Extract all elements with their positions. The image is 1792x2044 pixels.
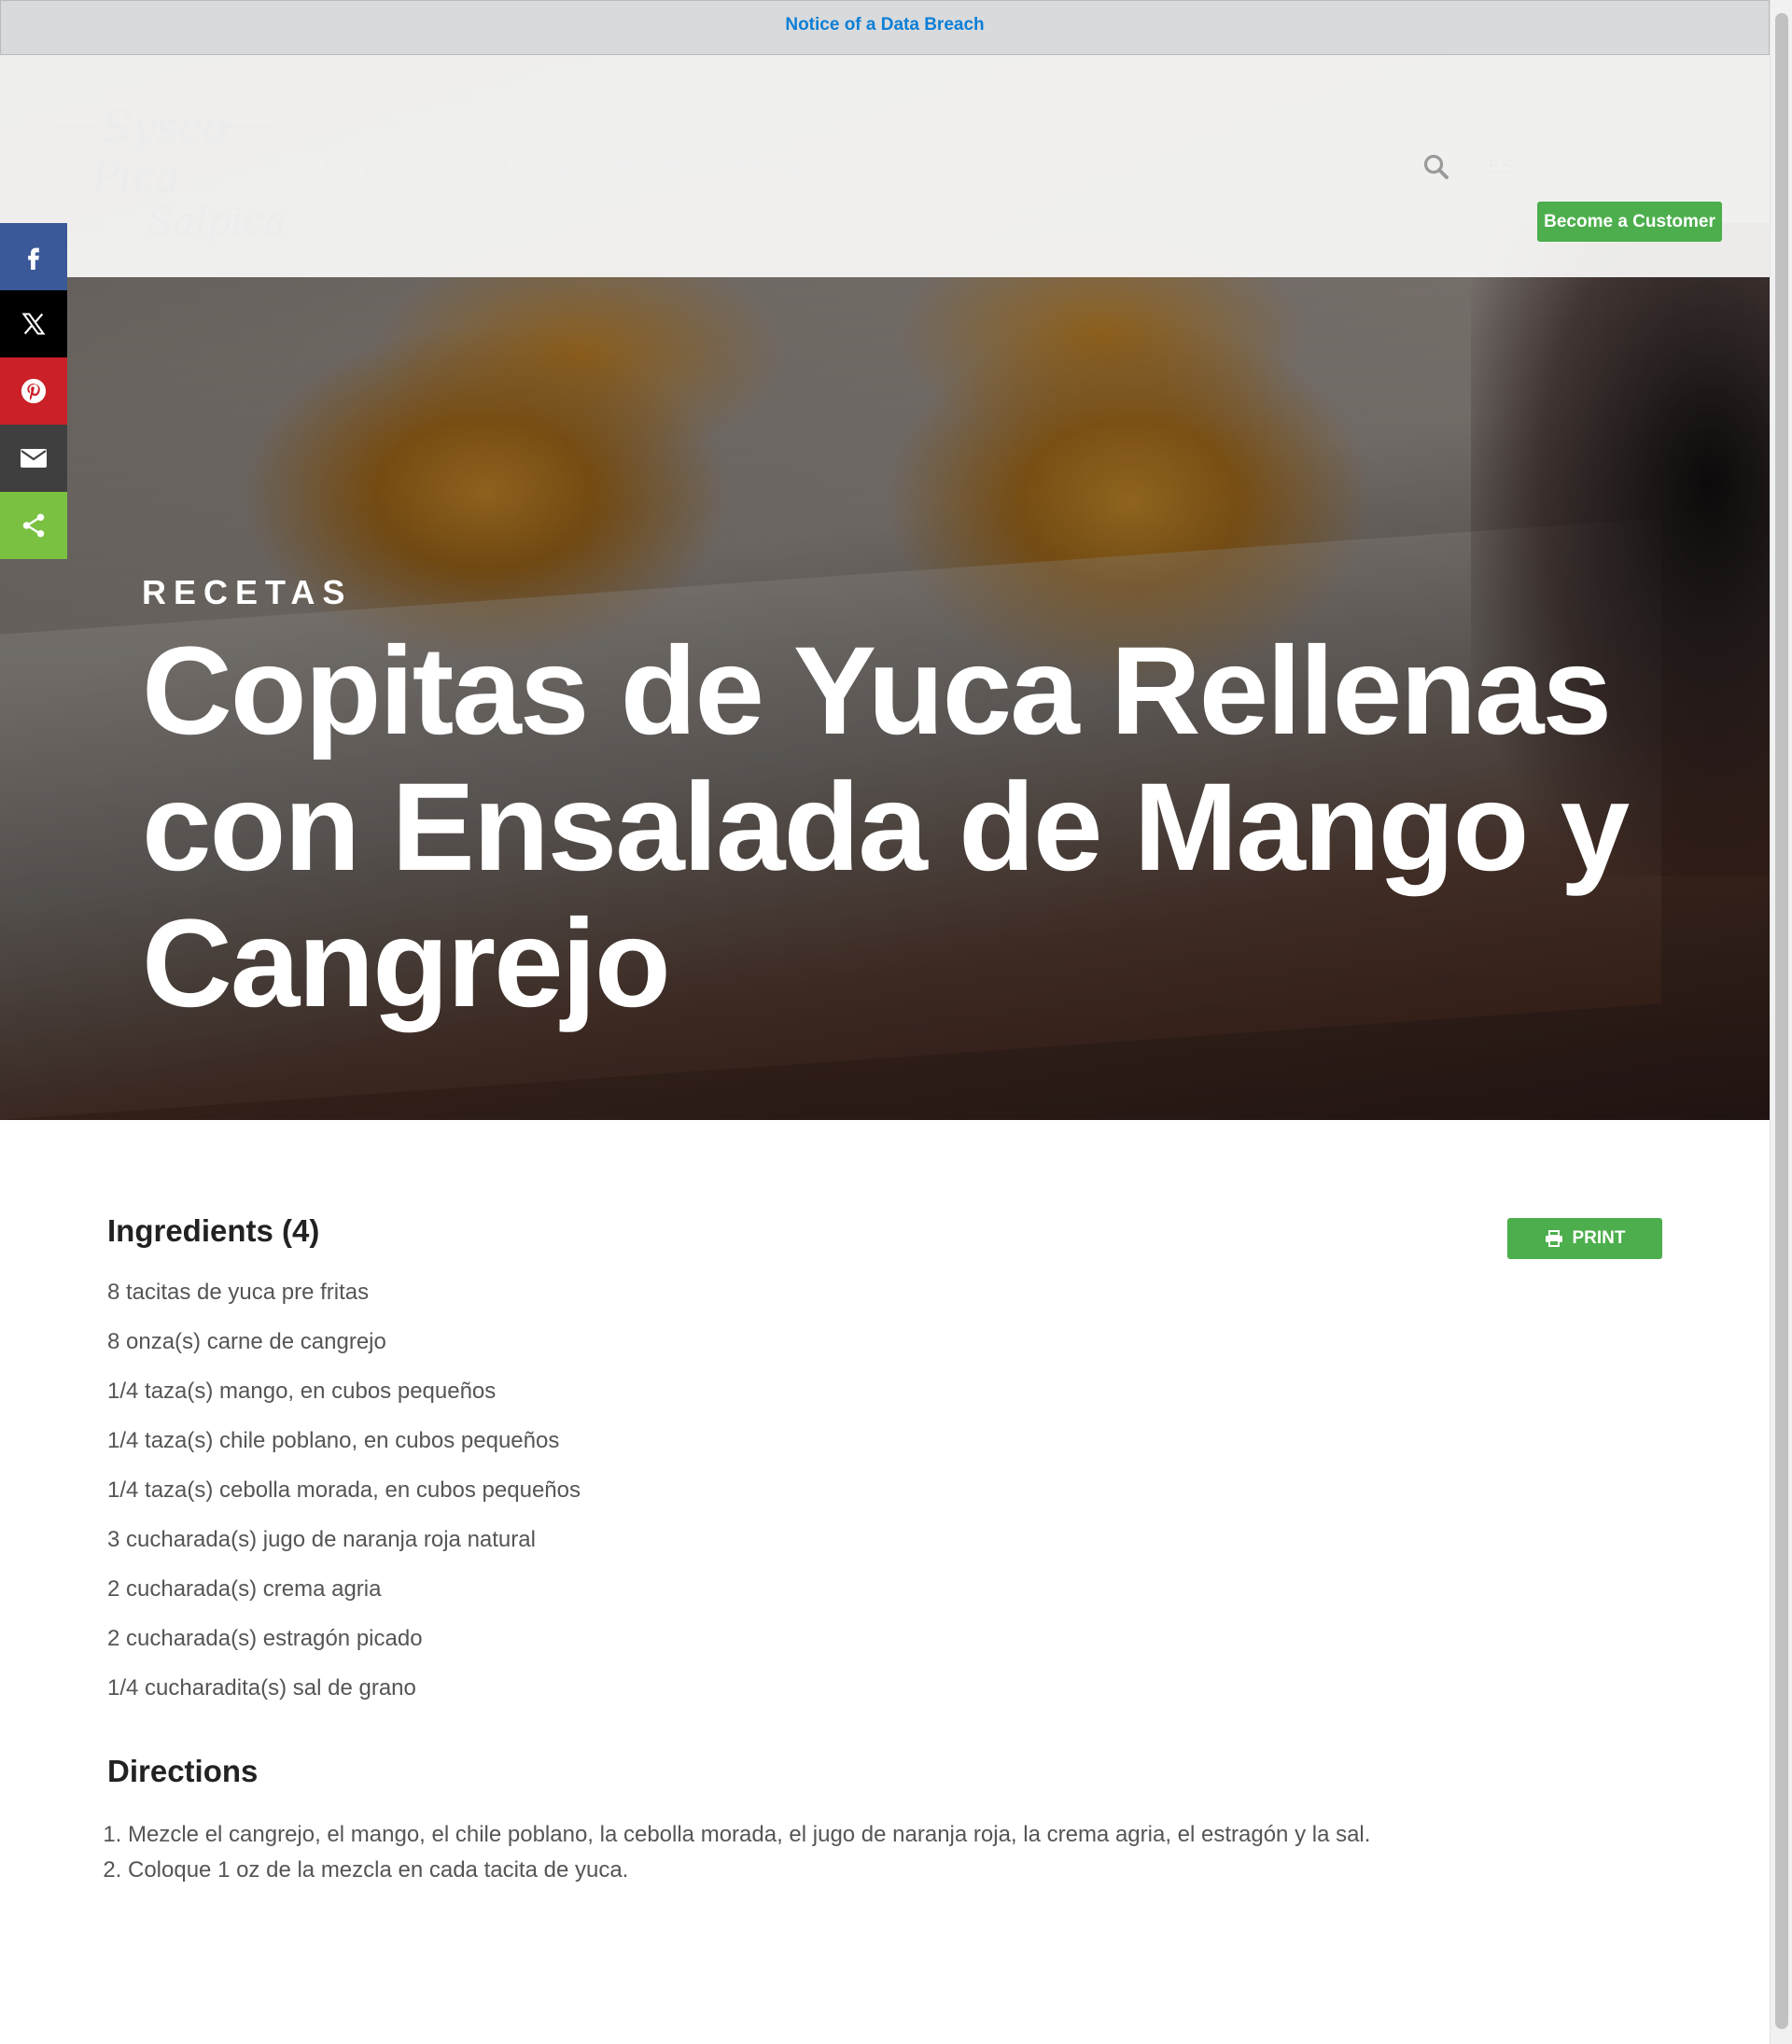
direction-step: Mezcle el cangrejo, el mango, el chile p… [128,1817,1395,1853]
sysco-pica-salpica-logo[interactable]: Sysco Pica Salpica [54,98,287,247]
category-label: RECETAS [142,573,353,611]
nav-productos[interactable]: Productos [614,156,703,178]
directions-heading: Directions [107,1754,259,1788]
scrollbar-thumb[interactable] [1775,13,1788,2029]
main-nav: Tips y Tendencias Recetas Productos Priv… [315,156,802,178]
print-label: PRINT [1572,1228,1626,1248]
ingredient-item: 2 cucharada(s) crema agria [107,1576,382,1602]
facebook-share-button[interactable] [0,223,67,290]
printer-icon [1545,1230,1562,1247]
logo-line-1: Sysco [103,102,229,152]
pinterest-share-button[interactable] [0,357,67,425]
ingredient-item: 1/4 cucharadita(s) sal de grano [107,1675,416,1701]
ingredient-item: 8 tacitas de yuca pre fritas [107,1280,370,1305]
ingredient-item: 1/4 taza(s) chile poblano, en cubos pequ… [107,1428,560,1453]
become-customer-button[interactable]: Become a Customer [1537,202,1722,242]
nav-privacy[interactable]: Privacy [738,156,803,178]
language-switch[interactable]: ES [1488,156,1514,178]
share-icon [22,513,45,538]
site-header: Sysco Pica Salpica Tips y Tendencias Rec… [0,55,1770,277]
recipe-title: Copitas de Yuca Rellenas con Ensalada de… [142,622,1630,1033]
x-icon [21,313,46,335]
search-icon[interactable] [1422,153,1450,181]
ingredient-item: 1/4 taza(s) mango, en cubos pequeños [107,1379,497,1404]
x-share-button[interactable] [0,290,67,357]
page-scrollbar[interactable] [1770,0,1792,2044]
ingredient-item: 2 cucharada(s) estragón picado [107,1626,423,1651]
recipe-content: Ingredients (4) PRINT 8 tacitas de yuca … [107,1213,1666,1888]
ingredient-item: 8 onza(s) carne de cangrejo [107,1329,386,1354]
nav-tips-tendencias[interactable]: Tips y Tendencias [315,156,471,178]
data-breach-link[interactable]: Notice of a Data Breach [785,15,984,35]
notice-bar: Notice of a Data Breach [0,0,1770,55]
ingredient-item: 1/4 taza(s) cebolla morada, en cubos peq… [107,1477,581,1503]
share-bar [0,223,67,559]
direction-step: Coloque 1 oz de la mezcla en cada tacita… [128,1853,1395,1888]
pinterest-icon [21,378,47,404]
ingredient-item: 3 cucharada(s) jugo de naranja roja natu… [107,1527,536,1552]
ingredients-heading: Ingredients (4) [107,1213,320,1248]
mail-icon [21,449,47,468]
hero-text: RECETAS Copitas de Yuca Rellenas con Ens… [142,573,1747,1032]
directions-list: Mezcle el cangrejo, el mango, el chile p… [107,1817,1395,1888]
logo-line-3: Salpica [147,201,287,244]
print-button[interactable]: PRINT [1507,1218,1662,1259]
generic-share-button[interactable] [0,492,67,559]
logo-line-2: Pica [91,154,180,202]
logo-rule-left [54,126,101,128]
logo-rule-right [228,126,274,128]
ingredients-list: 8 tacitas de yuca pre fritas 8 onza(s) c… [107,1277,1666,1722]
facebook-icon [28,247,39,270]
email-share-button[interactable] [0,425,67,492]
nav-recetas[interactable]: Recetas [507,156,579,178]
